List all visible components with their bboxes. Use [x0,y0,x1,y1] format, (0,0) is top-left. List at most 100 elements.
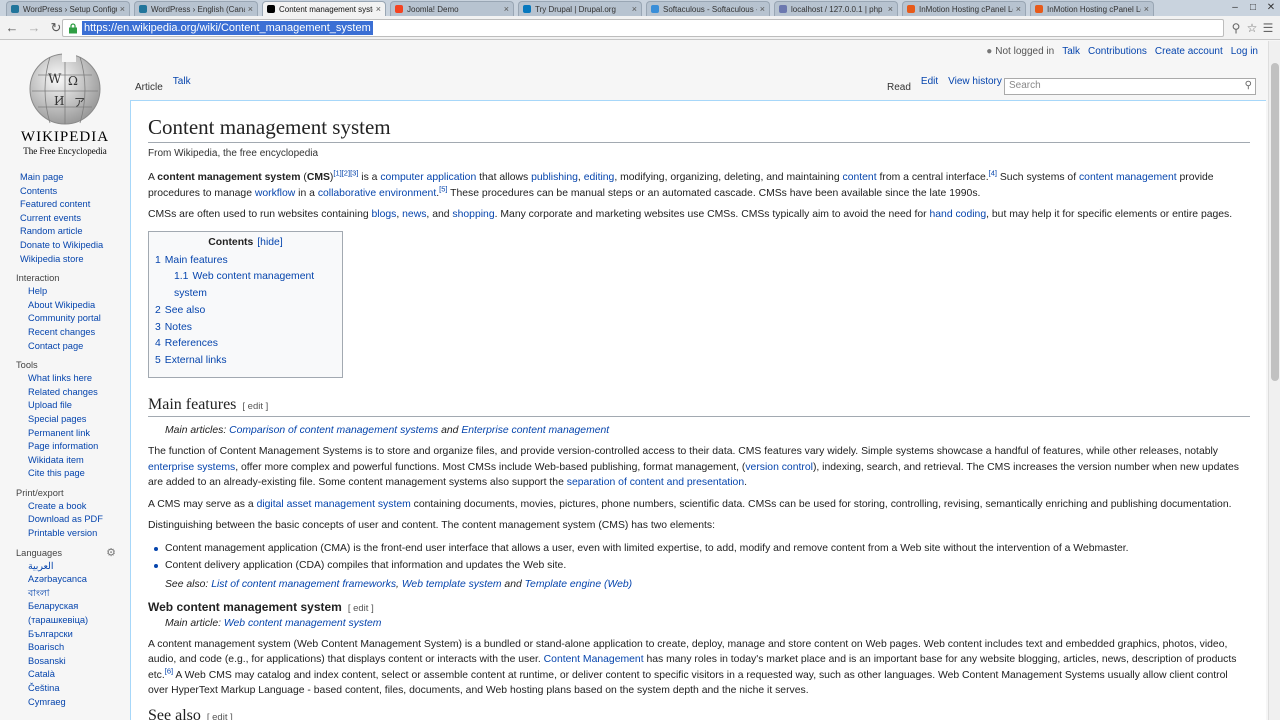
paragraph: The function of Content Management Syste… [148,446,1239,489]
sidebar-item[interactable]: Random article [0,225,128,239]
browser-tab[interactable]: InMotion Hosting cPanel Lo × [902,1,1026,16]
back-icon[interactable]: ← [2,18,22,38]
sidebar-item[interactable]: Current events [0,212,128,226]
browser-tab[interactable]: Softaculous - Softaculous - × [646,1,770,16]
close-tab-icon[interactable]: × [632,4,637,14]
toc-item[interactable]: 1 Main features [155,253,336,270]
portal-heading[interactable]: Tools [0,358,128,372]
address-url[interactable]: https://en.wikipedia.org/wiki/Content_ma… [82,21,373,35]
browser-toolbar: ← → ↻ https://en.wikipedia.org/wiki/Cont… [0,16,1280,40]
tab-title: Softaculous - Softaculous - [663,4,757,14]
sidebar-item[interactable]: Contact page [0,340,128,354]
user-talk-link[interactable]: Talk [1062,46,1080,57]
sidebar-item[interactable]: Page information [0,440,128,454]
tab-talk[interactable]: Talk [168,70,196,90]
close-tab-icon[interactable]: × [1144,4,1149,14]
wikipedia-logo[interactable]: W Ω И ア WIKIPEDIA The Free Encyclopedia [12,49,118,159]
sidebar-item[interactable]: Bosanski [0,655,128,669]
sidebar-item[interactable]: Help [0,285,128,299]
sidebar-item[interactable]: Printable version [0,527,128,541]
log-in-link[interactable]: Log in [1231,46,1258,57]
portal-heading[interactable]: Interaction [0,271,128,285]
gear-icon[interactable]: ⚙ [106,546,116,560]
contributions-link[interactable]: Contributions [1088,46,1147,57]
sidebar-item[interactable]: Donate to Wikipedia [0,239,128,253]
sidebar-item[interactable]: Download as PDF [0,513,128,527]
portal-heading[interactable]: Print/export [0,486,128,500]
menu-icon[interactable]: ☰ [1260,19,1276,37]
page-scrollbar[interactable] [1268,41,1280,720]
sidebar-item[interactable]: Special pages [0,413,128,427]
close-tab-icon[interactable]: × [120,4,125,14]
browser-tab[interactable]: Content management syste × [262,1,386,16]
zoom-icon[interactable]: ⚲ [1228,19,1244,37]
tab-view-history[interactable]: View history [943,70,1007,90]
forward-icon[interactable]: → [24,18,44,38]
browser-tab[interactable]: WordPress › Setup Configu × [6,1,130,16]
edit-section-link[interactable]: [ edit ] [348,603,374,614]
tab-edit[interactable]: Edit [916,70,943,90]
toc-item[interactable]: 4 References [155,336,336,353]
sidebar-item[interactable]: Azərbaycanca [0,573,128,587]
tab-article[interactable]: Article [130,76,168,96]
scrollbar-thumb[interactable] [1271,63,1279,381]
sidebar-item[interactable]: Wikipedia store [0,253,128,267]
sidebar-item[interactable]: বাংলা [0,587,128,601]
sidebar-item[interactable]: العربية [0,560,128,574]
close-tab-icon[interactable]: × [248,4,253,14]
address-bar[interactable]: https://en.wikipedia.org/wiki/Content_ma… [62,19,1224,37]
sidebar-item[interactable]: About Wikipedia [0,299,128,313]
sidebar-item[interactable]: Main page [0,171,128,185]
close-tab-icon[interactable]: × [504,4,509,14]
create-account-link[interactable]: Create account [1155,46,1223,57]
close-tab-icon[interactable]: × [888,4,893,14]
favicon-icon [907,5,915,13]
sidebar-item[interactable]: Čeština [0,682,128,696]
close-tab-icon[interactable]: × [1016,4,1021,14]
browser-tab[interactable]: InMotion Hosting cPanel Lo × [1030,1,1154,16]
toc-item[interactable]: 1.1 Web content management system [155,269,336,303]
sidebar-item[interactable]: What links here [0,372,128,386]
minimize-icon[interactable]: – [1226,0,1244,14]
toc-item[interactable]: 5 External links [155,353,336,370]
close-window-icon[interactable]: ✕ [1262,0,1280,14]
browser-tab[interactable]: WordPress › English (Canad × [134,1,258,16]
bookmark-star-icon[interactable]: ☆ [1244,19,1260,37]
sidebar-item[interactable]: Cymraeg [0,696,128,710]
close-tab-icon[interactable]: × [376,4,381,14]
sidebar-item[interactable]: Permanent link [0,427,128,441]
browser-tabstrip: WordPress › Setup Configu × WordPress › En… [0,0,1280,16]
portal-heading[interactable]: Languages ⚙ [0,546,128,560]
tab-title: Content management syste [279,4,373,14]
sidebar-item[interactable]: Create a book [0,500,128,514]
sidebar-item[interactable]: Community portal [0,312,128,326]
sidebar-item[interactable]: Related changes [0,386,128,400]
toc-item[interactable]: 2 See also [155,303,336,320]
toc-hide-link[interactable]: [hide] [257,237,282,248]
edit-section-link[interactable]: [ edit ] [242,401,268,412]
toc-item[interactable]: 3 Notes [155,320,336,337]
browser-tab[interactable]: localhost / 127.0.0.1 | php × [774,1,898,16]
favicon-icon [1035,5,1043,13]
heading-see-also: See also[ edit ] [148,707,1250,720]
sidebar-item[interactable]: Български [0,628,128,642]
sidebar-item[interactable]: Recent changes [0,326,128,340]
favicon-icon [139,5,147,13]
search-icon[interactable]: ⚲ [1245,80,1252,91]
sidebar-item[interactable]: Wikidata item [0,454,128,468]
sidebar-item[interactable]: Беларуская (тарашкевіца) [0,600,128,627]
sidebar-item[interactable]: Català [0,668,128,682]
maximize-icon[interactable]: □ [1244,0,1262,14]
sidebar-item[interactable]: Boarisch [0,641,128,655]
tab-read[interactable]: Read [882,76,916,96]
browser-tab[interactable]: Joomla! Demo × [390,1,514,16]
heading-web-cms: Web content management system[ edit ] [148,599,374,614]
close-tab-icon[interactable]: × [760,4,765,14]
browser-tab[interactable]: Try Drupal | Drupal.org × [518,1,642,16]
sidebar-item[interactable]: Contents [0,185,128,199]
sidebar-item[interactable]: Featured content [0,198,128,212]
sidebar-item[interactable]: Cite this page [0,467,128,481]
sidebar-item[interactable]: Upload file [0,399,128,413]
search-input[interactable]: Search ⚲ [1004,78,1256,95]
edit-section-link[interactable]: [ edit ] [207,712,233,720]
